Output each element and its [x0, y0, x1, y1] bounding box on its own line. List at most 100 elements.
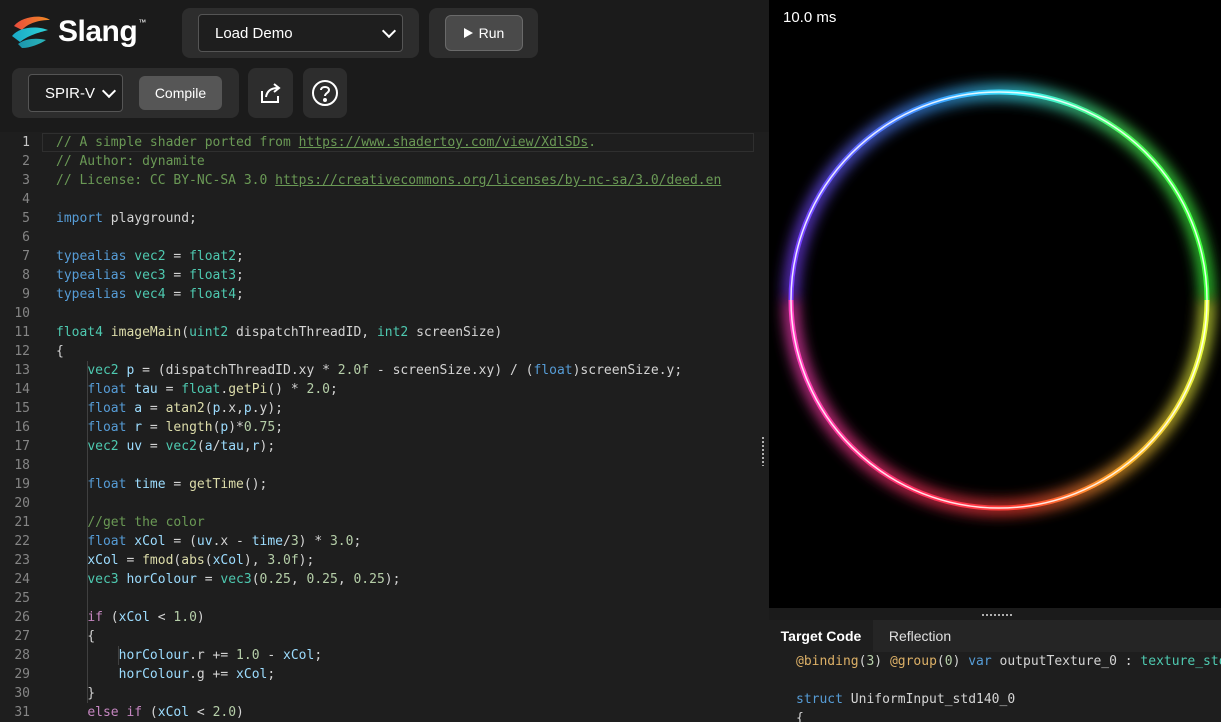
code-token: float — [87, 477, 127, 492]
code-line: if (xCol < 1.0) — [56, 608, 204, 627]
code-token: uv — [126, 439, 143, 454]
code-token: float — [533, 363, 573, 378]
code-token: 2.0 — [212, 705, 237, 720]
code-token: //get the color — [87, 515, 205, 530]
run-label: Run — [478, 25, 505, 41]
line-number: 28 — [14, 648, 30, 663]
line-number: 13 — [14, 363, 30, 378]
code-token: .y); — [251, 401, 284, 416]
code-token: xCol — [134, 534, 166, 549]
code-token: xCol — [212, 553, 244, 568]
code-token: @binding — [796, 654, 859, 669]
brand-name: Slang — [58, 15, 138, 48]
code-line: struct UniformInput_std140_0 — [796, 690, 1015, 709]
code-token: = — [165, 477, 190, 492]
code-token: ( — [251, 572, 260, 587]
line-number: 14 — [14, 382, 30, 397]
code-token: 3.0 — [329, 534, 354, 549]
code-token: 1.0 — [173, 610, 197, 625]
line-number: 12 — [14, 344, 30, 359]
code-token: uint2 — [189, 325, 229, 340]
code-token: 2.0f — [337, 363, 370, 378]
run-button[interactable]: Run — [445, 15, 523, 51]
code-line: else if (xCol < 2.0) — [56, 703, 244, 722]
help-button[interactable] — [303, 68, 347, 118]
code-token: = — [196, 572, 221, 587]
code-token: ; — [275, 420, 284, 435]
line-number: 5 — [22, 211, 30, 226]
code-token: ) — [874, 654, 890, 669]
frame-time: 10.0 ms — [783, 9, 837, 26]
compile-button[interactable]: Compile — [139, 76, 222, 110]
code-token: ; — [236, 287, 244, 302]
code-line: vec3 horColour = vec3(0.25, 0.25, 0.25); — [56, 570, 400, 589]
code-token: playground; — [102, 211, 197, 226]
code-token: import — [56, 211, 103, 226]
code-line: import playground; — [56, 209, 197, 228]
code-line: xCol = fmod(abs(xCol), 3.0f); — [56, 551, 314, 570]
code-token: tau — [220, 439, 244, 454]
code-token: ; — [267, 667, 276, 682]
code-token: vec4 — [134, 287, 166, 302]
line-number: 8 — [22, 268, 30, 283]
load-demo-label: Load Demo — [215, 24, 293, 42]
code-token: vec2 — [87, 439, 119, 454]
code-token: ); — [298, 553, 315, 568]
code-line: float xCol = (uv.x - time/3) * 3.0; — [56, 532, 361, 551]
code-token: )* — [228, 420, 244, 435]
code-line: typealias vec2 = float2; — [56, 247, 244, 266]
indent-guide — [87, 361, 88, 703]
code-token: // A simple shader ported from — [56, 135, 299, 150]
vertical-splitter[interactable] — [760, 132, 769, 722]
shader-canvas[interactable]: 10.0 ms — [769, 0, 1221, 608]
code-token: @group — [889, 654, 937, 669]
code-token: 0.75 — [243, 420, 276, 435]
tab-reflection[interactable]: Reflection — [879, 620, 961, 652]
code-line: @binding(3) @group(0) var outputTexture_… — [796, 652, 1221, 671]
code-token: float4 — [189, 287, 237, 302]
code-token: struct — [796, 692, 843, 707]
code-token[interactable]: https://www.shadertoy.com/view/XdlSDs — [299, 135, 589, 150]
code-token: typealias — [56, 249, 127, 264]
code-area[interactable]: // A simple shader ported from https://w… — [56, 132, 756, 722]
code-line: typealias vec3 = float3; — [56, 266, 244, 285]
target-code-view[interactable]: @binding(3) @group(0) var outputTexture_… — [769, 652, 1221, 722]
code-token: , — [337, 572, 354, 587]
code-token: / — [283, 534, 291, 549]
drag-handle-icon[interactable] — [761, 436, 765, 466]
code-token: .x, — [220, 401, 244, 416]
code-token[interactable]: https://creativecommons.org/licenses/by-… — [275, 173, 721, 188]
line-number: 25 — [14, 591, 30, 606]
code-token: .r += — [189, 648, 237, 663]
code-token: )screenSize.y; — [572, 363, 683, 378]
code-token: ; — [236, 268, 244, 283]
code-token: { — [56, 629, 96, 644]
code-token: horColour — [126, 572, 197, 587]
share-button[interactable] — [248, 68, 293, 118]
code-token: xCol — [118, 610, 150, 625]
target-select[interactable]: SPIR-V — [28, 74, 123, 112]
code-token: r — [134, 420, 143, 435]
code-line: horColour.g += xCol; — [56, 665, 276, 684]
code-token: ( — [204, 553, 213, 568]
code-token: 0.25 — [306, 572, 338, 587]
code-token: 0.25 — [259, 572, 291, 587]
code-token: = — [142, 439, 166, 454]
line-number: 7 — [22, 249, 30, 264]
code-token: ; — [314, 648, 323, 663]
code-token: vec3 — [87, 572, 119, 587]
line-number: 19 — [14, 477, 30, 492]
tab-target-code[interactable]: Target Code — [769, 620, 873, 652]
code-token: else — [87, 705, 119, 720]
code-token: 0.25 — [353, 572, 385, 587]
code-token: < — [189, 705, 213, 720]
code-token: ( — [142, 705, 158, 720]
code-token: xCol — [87, 553, 119, 568]
drag-handle-icon[interactable] — [981, 613, 1013, 617]
load-demo-select[interactable]: Load Demo — [198, 14, 403, 52]
code-editor[interactable]: 1 2 3 4 5 6 7 8 9 10 11 12 13 14 15 16 17 18 19 20 21 22 23 24 2… — [0, 132, 760, 722]
